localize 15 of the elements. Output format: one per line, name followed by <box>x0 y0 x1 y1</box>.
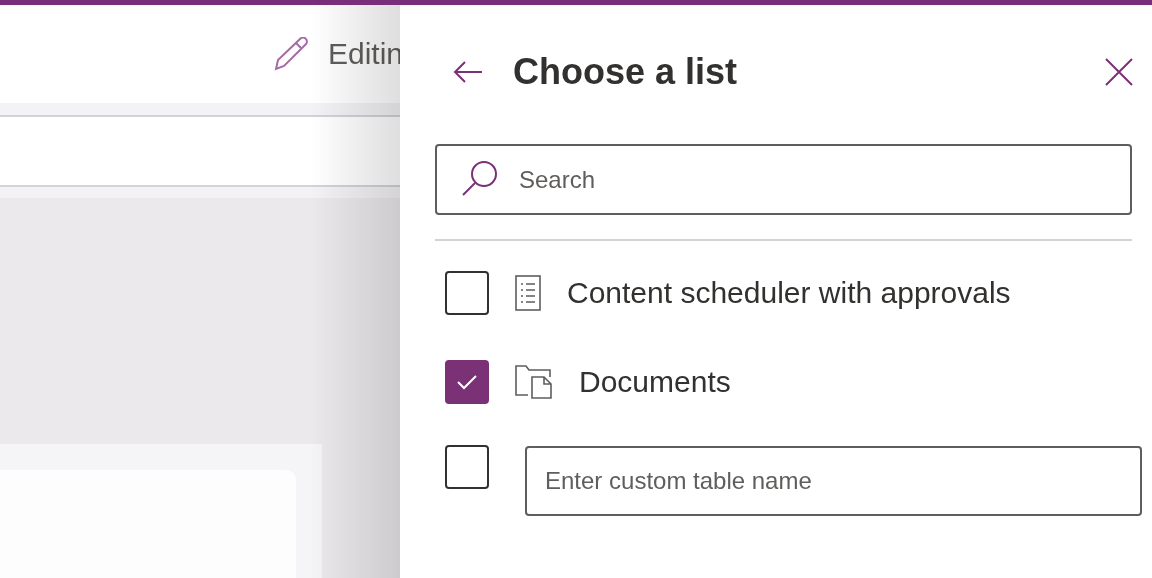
search-field[interactable]: Search <box>435 144 1132 215</box>
pencil-icon <box>273 37 310 71</box>
checkbox[interactable] <box>445 360 489 404</box>
list-name: Content scheduler with approvals <box>567 276 1011 310</box>
list-name: Documents <box>579 365 731 399</box>
check-icon <box>456 374 478 390</box>
table-name-field[interactable]: Enter custom table name <box>525 446 1142 516</box>
panel-title: Choose a list <box>513 51 739 93</box>
list-icon <box>515 275 541 311</box>
back-button[interactable] <box>453 60 483 84</box>
checkbox[interactable] <box>445 271 489 315</box>
search-icon <box>461 160 499 198</box>
checkbox[interactable] <box>445 445 489 489</box>
folder-document-icon <box>515 365 553 399</box>
close-button[interactable] <box>1104 57 1134 87</box>
